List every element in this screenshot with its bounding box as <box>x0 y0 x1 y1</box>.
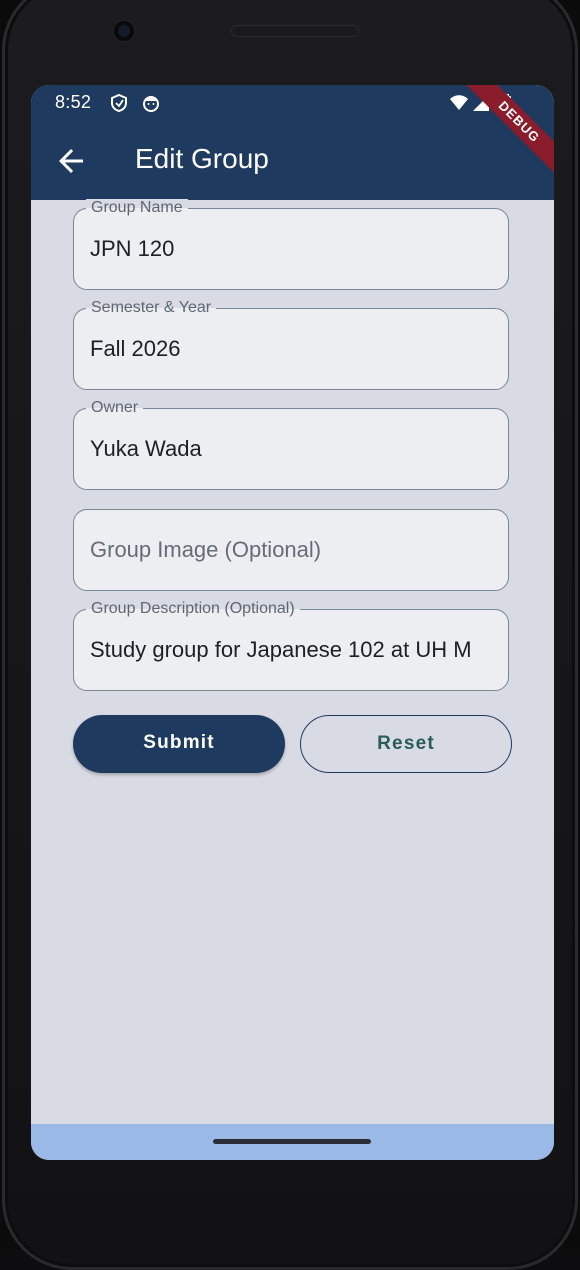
face-icon <box>143 96 159 112</box>
group-name-label: Group Name <box>86 199 188 217</box>
group-description-label: Group Description (Optional) <box>86 600 300 618</box>
system-nav-bar <box>31 1124 554 1160</box>
submit-button[interactable]: Submit <box>73 715 285 773</box>
wifi-icon <box>450 95 468 110</box>
app-bar: 8:52 DEBUG Edit Group <box>31 85 554 200</box>
owner-label: Owner <box>86 399 144 417</box>
home-indicator[interactable] <box>213 1139 371 1144</box>
group-description-value: Study group for Japanese 102 at UH M <box>90 637 472 662</box>
group-description-field[interactable]: Group Description (Optional) Study group… <box>73 600 509 691</box>
semester-year-label: Semester & Year <box>86 299 217 317</box>
phone-device: 8:52 DEBUG Edit Group Group Name JPN 120… <box>0 0 580 1270</box>
semester-year-field[interactable]: Semester & Year Fall 2026 <box>73 299 509 390</box>
reset-button[interactable]: Reset <box>300 715 512 773</box>
group-name-field[interactable]: Group Name JPN 120 <box>73 199 509 290</box>
owner-value: Yuka Wada <box>90 436 202 461</box>
vpn-shield-icon <box>111 93 127 113</box>
group-image-field[interactable]: Group Image (Optional) <box>73 509 509 591</box>
group-name-value: JPN 120 <box>90 236 175 261</box>
group-image-placeholder: Group Image (Optional) <box>90 537 322 562</box>
owner-field[interactable]: Owner Yuka Wada <box>73 399 509 490</box>
earpiece-speaker <box>231 25 359 37</box>
arrow-back-icon[interactable] <box>53 143 89 179</box>
status-time: 8:52 <box>55 92 92 112</box>
front-camera <box>114 21 134 41</box>
page-title: Edit Group <box>135 143 269 174</box>
app-screen: 8:52 DEBUG Edit Group Group Name JPN 120… <box>31 85 554 1160</box>
semester-year-value: Fall 2026 <box>90 336 181 361</box>
